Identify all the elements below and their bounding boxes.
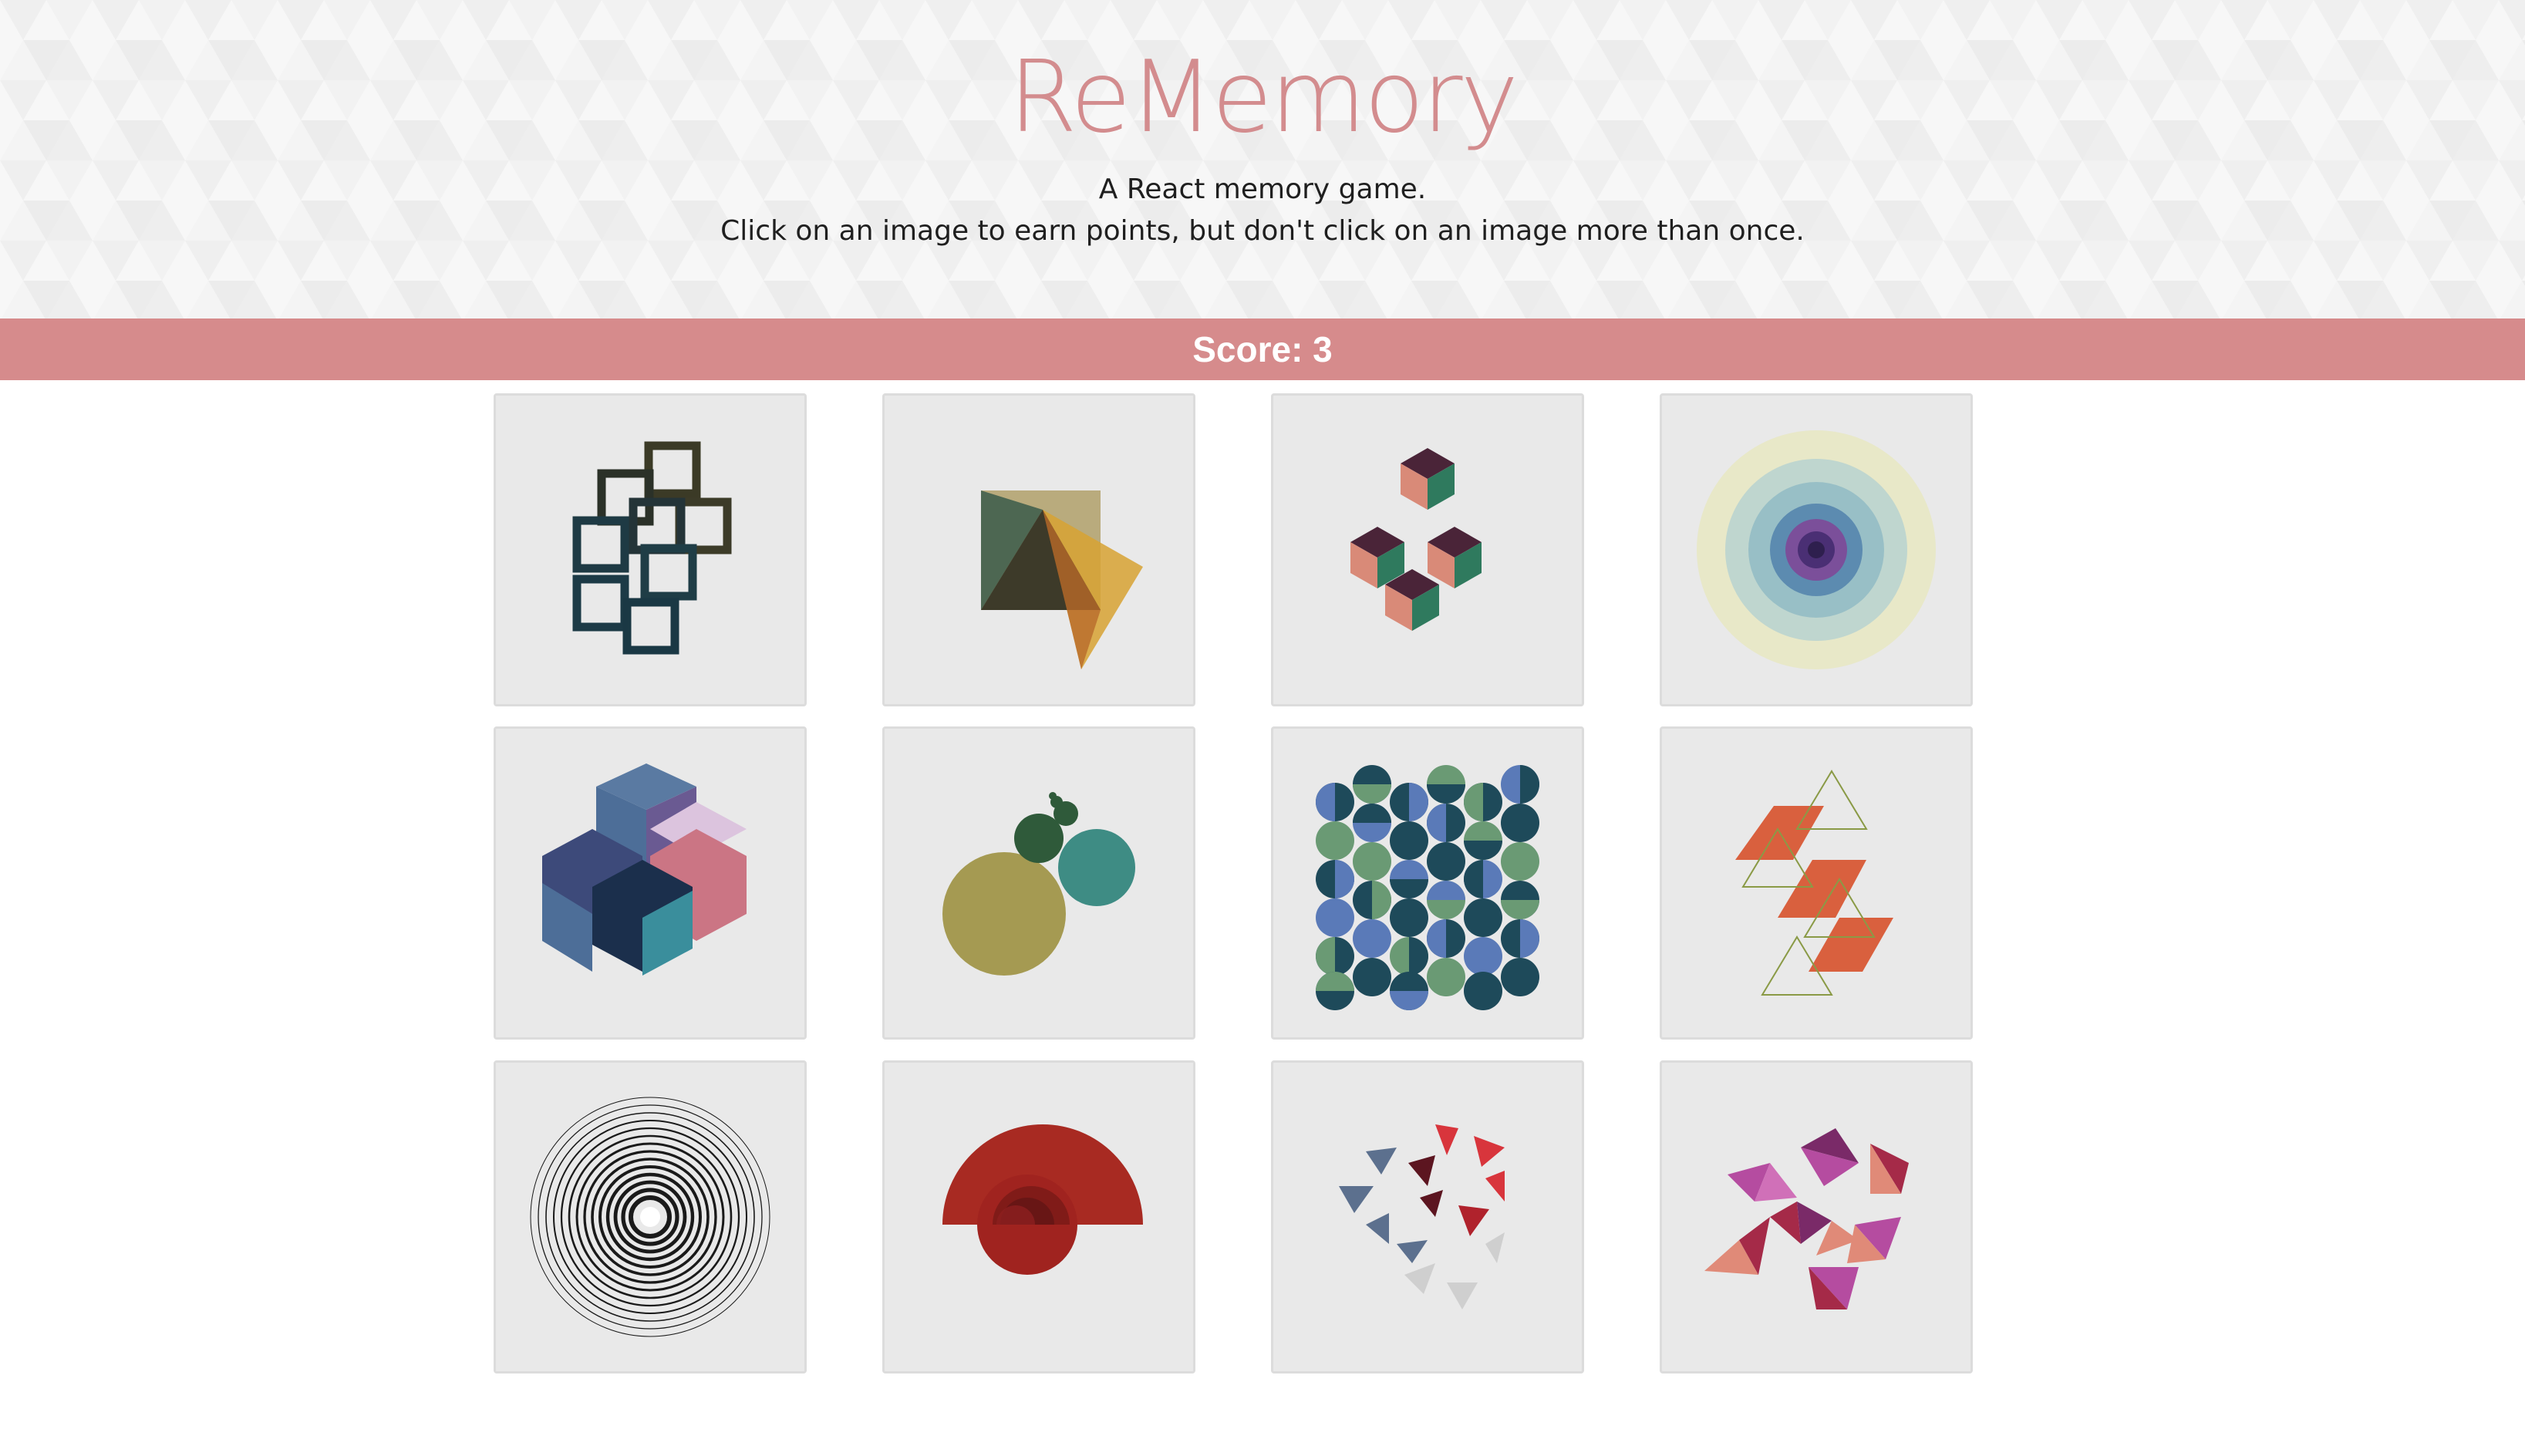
spiral-icon xyxy=(530,1097,770,1337)
image-card-overlapping-squares[interactable] xyxy=(494,393,807,706)
image-card-pink-tetrahedra[interactable] xyxy=(1660,1060,1973,1373)
image-card-hexagon-cubes[interactable] xyxy=(494,726,807,1040)
image-card-triangle-square[interactable] xyxy=(882,393,1195,706)
image-grid xyxy=(0,0,2525,1456)
triangles-icon xyxy=(981,490,1143,669)
image-card-scattered-triangles[interactable] xyxy=(1271,1060,1584,1373)
image-card-circle-grid[interactable] xyxy=(1271,726,1584,1040)
circles-icon xyxy=(942,792,1135,976)
image-card-red-semicircle[interactable] xyxy=(882,1060,1195,1373)
triangles-scatter-icon xyxy=(1339,1124,1505,1309)
target-icon xyxy=(1697,430,1936,669)
squares-chain-icon xyxy=(572,441,732,655)
cubes-icon xyxy=(1350,448,1482,631)
fan-icon xyxy=(942,1124,1143,1275)
polyhedra-icon xyxy=(1704,1128,1909,1309)
image-card-isometric-cubes[interactable] xyxy=(1271,393,1584,706)
zigzag-icon xyxy=(1735,770,1893,996)
image-card-concentric-circles[interactable] xyxy=(1660,393,1973,706)
image-card-circle-cluster[interactable] xyxy=(882,726,1195,1040)
image-card-spiral-rings[interactable] xyxy=(494,1060,807,1373)
image-card-parallelogram-triangles[interactable] xyxy=(1660,726,1973,1040)
hexagon-icon xyxy=(542,763,747,976)
dots-grid-icon xyxy=(1316,765,1539,1010)
